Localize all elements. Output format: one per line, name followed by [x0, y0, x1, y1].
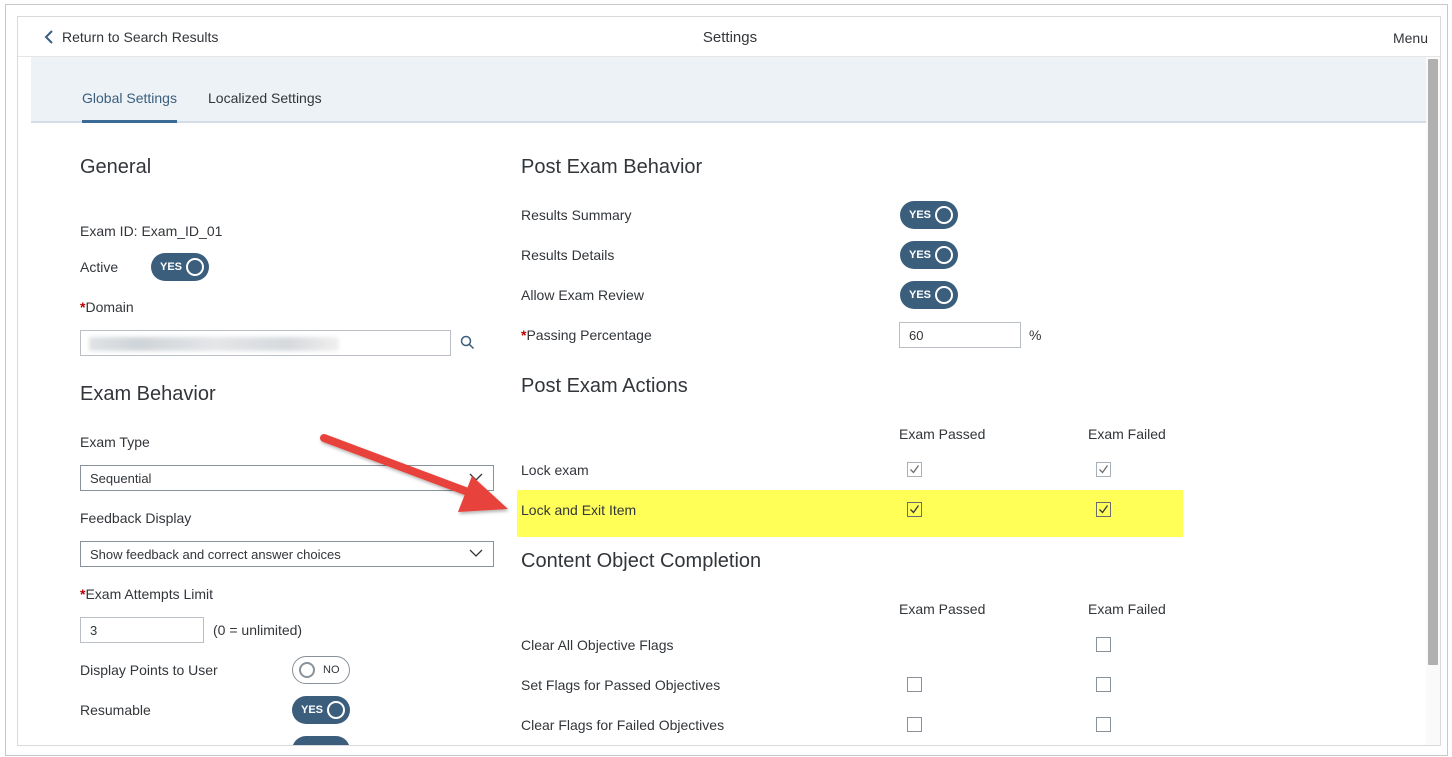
checkmark-icon — [910, 465, 920, 474]
resumable-label: Resumable — [80, 702, 151, 718]
tab-global-settings[interactable]: Global Settings — [82, 90, 177, 123]
toggle-knob — [935, 246, 953, 264]
results-details-toggle-text: YES — [909, 249, 932, 261]
clear-all-flags-failed-checkbox[interactable] — [1096, 637, 1111, 652]
active-toggle[interactable]: YES — [151, 253, 209, 281]
toggle-knob — [327, 701, 345, 719]
results-details-label: Results Details — [521, 247, 615, 263]
resumable-toggle-text: YES — [301, 704, 324, 716]
clear-all-flags-label: Clear All Objective Flags — [521, 637, 674, 653]
toggle-knob — [935, 286, 953, 304]
checkmark-icon — [910, 505, 920, 514]
clear-flags-failed-exam-passed-checkbox[interactable] — [907, 717, 922, 732]
allow-review-toggle[interactable]: YES — [900, 281, 958, 309]
feedback-display-value: Show feedback and correct answer choices — [90, 547, 341, 562]
set-flags-passed-exam-passed-checkbox[interactable] — [907, 677, 922, 692]
lock-exit-passed-checkbox[interactable] — [907, 502, 922, 517]
search-icon[interactable] — [460, 335, 475, 350]
feedback-display-label: Feedback Display — [80, 510, 192, 526]
col-exam-failed-2: Exam Failed — [1088, 601, 1166, 617]
exam-type-value: Sequential — [90, 471, 152, 486]
set-flags-passed-label: Set Flags for Passed Objectives — [521, 677, 721, 693]
allow-review-label: Allow Exam Review — [521, 287, 644, 303]
results-summary-toggle[interactable]: YES — [900, 201, 958, 229]
toggle-knob — [299, 662, 315, 678]
post-exam-actions-title: Post Exam Actions — [521, 375, 688, 397]
col-exam-passed: Exam Passed — [899, 426, 986, 442]
allow-review-toggle-text: YES — [909, 289, 932, 301]
domain-label: *Domain — [80, 299, 134, 315]
lock-exam-failed-checkbox[interactable] — [1096, 462, 1111, 477]
col-exam-failed: Exam Failed — [1088, 426, 1166, 442]
active-toggle-text: YES — [160, 261, 183, 273]
scrollbar-thumb[interactable] — [1428, 59, 1438, 665]
menu-button[interactable]: Menu — [1393, 30, 1428, 46]
page-title: Settings — [702, 29, 758, 46]
passing-percentage-input[interactable]: 60 — [899, 322, 1021, 348]
toggle-knob — [186, 258, 204, 276]
feedback-display-select[interactable]: Show feedback and correct answer choices — [80, 541, 494, 567]
percent-unit: % — [1029, 327, 1042, 343]
post-exam-behavior-title: Post Exam Behavior — [521, 156, 703, 178]
shell-bar: Return to Search Results Settings Menu — [18, 17, 1440, 57]
general-section-title: General — [80, 156, 152, 178]
display-points-label: Display Points to User — [80, 662, 218, 678]
results-summary-toggle-text: YES — [909, 209, 932, 221]
results-summary-label: Results Summary — [521, 207, 632, 223]
results-details-toggle[interactable]: YES — [900, 241, 958, 269]
attempts-limit-label: *Exam Attempts Limit — [80, 586, 214, 602]
clear-flags-failed-label: Clear Flags for Failed Objectives — [521, 717, 725, 733]
active-label: Active — [80, 259, 119, 275]
display-points-toggle-text: NO — [323, 664, 340, 676]
content-object-completion-title: Content Object Completion — [521, 550, 762, 572]
lock-exit-failed-checkbox[interactable] — [1096, 502, 1111, 517]
domain-redacted-value — [89, 337, 339, 351]
resumable-toggle[interactable]: YES — [292, 696, 350, 724]
display-points-toggle[interactable]: NO — [292, 656, 350, 684]
annotation-arrow-icon — [320, 434, 508, 512]
tab-bar: Global Settings Localized Settings — [31, 57, 1426, 123]
toggle-knob — [935, 206, 953, 224]
set-flags-passed-exam-failed-checkbox[interactable] — [1096, 677, 1111, 692]
exam-id-text: Exam ID: Exam_ID_01 — [80, 223, 223, 239]
col-exam-passed-2: Exam Passed — [899, 601, 986, 617]
partially-visible-toggle[interactable] — [292, 736, 350, 745]
tab-localized-settings[interactable]: Localized Settings — [208, 90, 322, 120]
passing-percentage-label: *Passing Percentage — [521, 327, 652, 343]
checkmark-icon — [1099, 505, 1109, 514]
lock-exam-passed-checkbox[interactable] — [907, 462, 922, 477]
checkmark-icon — [1099, 465, 1109, 474]
clear-flags-failed-exam-failed-checkbox[interactable] — [1096, 717, 1111, 732]
exam-behavior-section-title: Exam Behavior — [80, 383, 216, 405]
exam-type-label: Exam Type — [80, 434, 150, 450]
settings-window: Return to Search Results Settings Menu G… — [17, 16, 1441, 746]
chevron-down-icon — [469, 549, 483, 557]
attempts-limit-hint: (0 = unlimited) — [213, 622, 303, 638]
attempts-limit-input[interactable]: 3 — [80, 617, 204, 643]
